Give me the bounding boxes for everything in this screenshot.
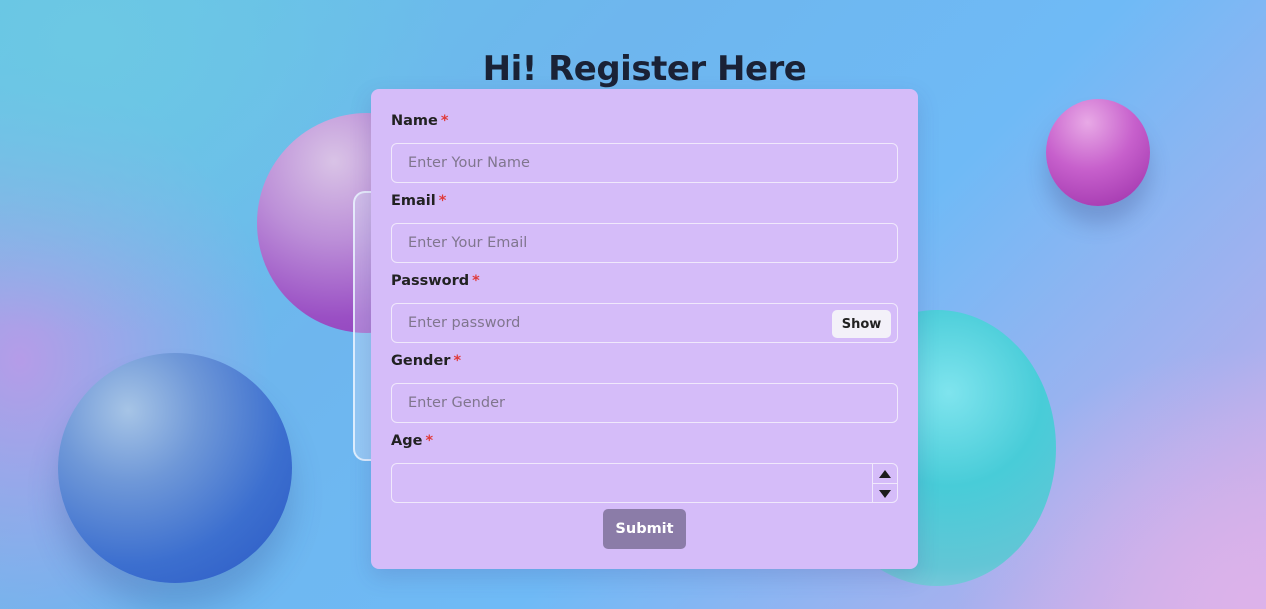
show-password-button[interactable]: Show [832, 310, 891, 338]
decorative-sphere-blue [58, 353, 292, 583]
submit-button[interactable]: Submit [603, 509, 686, 549]
password-input[interactable] [392, 304, 897, 342]
triangle-down-icon [879, 489, 891, 498]
triangle-up-icon [879, 469, 891, 478]
password-label: Password * [391, 273, 480, 289]
password-field-group: Password * Show [391, 271, 898, 343]
gender-input-wrapper [391, 383, 898, 423]
age-input-wrapper [391, 463, 898, 503]
gender-label: Gender * [391, 353, 462, 369]
decorative-sphere-magenta [1046, 99, 1150, 206]
password-input-wrapper: Show [391, 303, 898, 343]
required-marker: * [440, 113, 449, 129]
required-marker: * [438, 193, 447, 209]
name-input-wrapper [391, 143, 898, 183]
email-label: Email * [391, 193, 447, 209]
decrement-button[interactable] [873, 484, 897, 503]
email-field-group: Email * [391, 191, 898, 263]
register-form: Name* Email* Password* Show Gender* [371, 89, 918, 569]
age-field-group: Age * [391, 431, 898, 503]
page-background: Hi! Register Here Name* Email* Password*… [0, 0, 1266, 609]
age-label: Age * [391, 433, 434, 449]
gender-input[interactable] [392, 384, 897, 422]
name-label: Name * [391, 113, 449, 129]
gender-field-group: Gender * [391, 351, 898, 423]
name-field-group: Name * [391, 111, 898, 183]
required-marker: * [472, 273, 480, 289]
page-title: Hi! Register Here [482, 49, 807, 89]
email-input[interactable] [392, 224, 897, 262]
increment-button[interactable] [873, 464, 897, 484]
required-marker: * [425, 433, 434, 449]
email-input-wrapper [391, 223, 898, 263]
required-marker: * [453, 353, 462, 369]
age-spinner [872, 464, 897, 502]
age-input[interactable] [392, 464, 897, 502]
name-input[interactable] [392, 144, 897, 182]
